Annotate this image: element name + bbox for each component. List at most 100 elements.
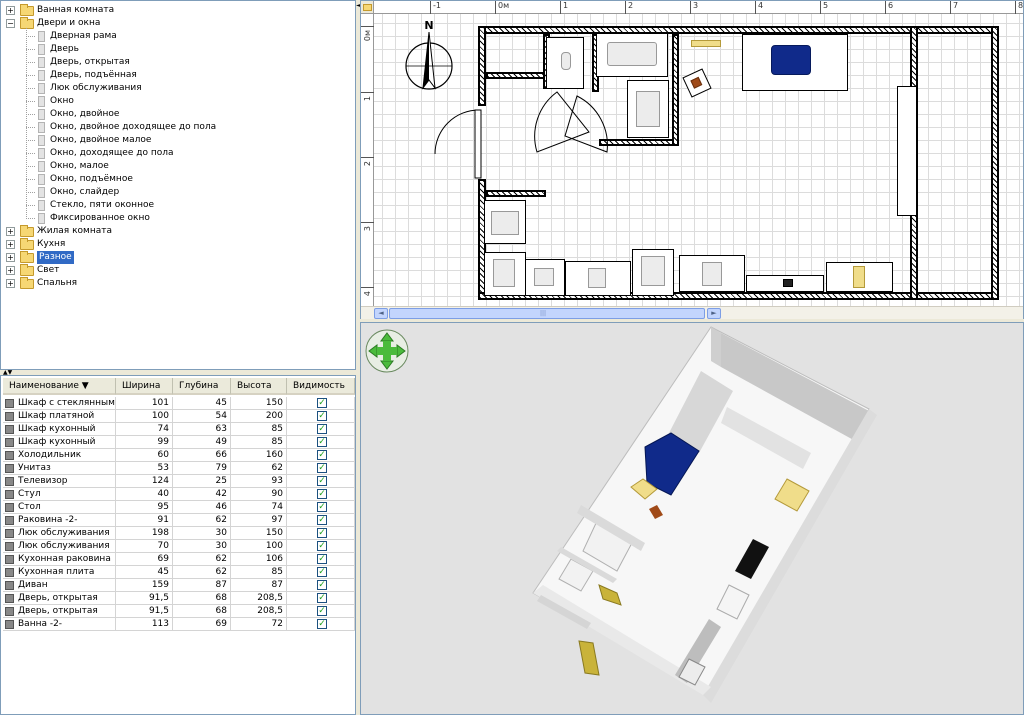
tree-group-label[interactable]: Разное: [37, 251, 74, 264]
plan-canvas[interactable]: N: [374, 14, 1023, 306]
tree-group-label[interactable]: Спальня: [37, 277, 77, 290]
plan-toilet[interactable]: [546, 37, 584, 89]
tree-item[interactable]: Дверная рама: [1, 30, 351, 43]
tree-item-label[interactable]: Стекло, пяти оконное: [50, 199, 154, 212]
visibility-checkbox[interactable]: ✓: [317, 541, 327, 551]
plan-sofa[interactable]: [742, 34, 848, 91]
tree-group-label[interactable]: Кухня: [37, 238, 65, 251]
tree-group-label[interactable]: Свет: [37, 264, 59, 277]
visibility-checkbox[interactable]: ✓: [317, 489, 327, 499]
tree-item[interactable]: Люк обслуживания: [1, 82, 351, 95]
column-header[interactable]: Высота: [231, 378, 287, 395]
table-row[interactable]: Ванна -2- 113 69 72 ✓: [3, 618, 355, 631]
expand-icon[interactable]: +: [6, 279, 15, 288]
tree-group[interactable]: − Двери и окна: [1, 17, 351, 30]
collapse-icon[interactable]: −: [6, 19, 15, 28]
wall-bath-1[interactable]: [486, 72, 546, 79]
table-row[interactable]: Дверь, открытая 91,5 68 208,5 ✓: [3, 592, 355, 605]
tree-group[interactable]: + Ванная комната: [1, 4, 351, 17]
wall-kitchen[interactable]: [486, 190, 546, 197]
furniture-table[interactable]: Наименование ▼ Ширина Глубина Высота Видимос…: [0, 375, 356, 715]
tree-item-label[interactable]: Дверь: [50, 43, 79, 56]
navigation-arrows-icon[interactable]: [365, 329, 409, 373]
visibility-checkbox[interactable]: ✓: [317, 580, 327, 590]
table-row[interactable]: Шкаф с стеклянным... 101 45 150 ✓: [3, 397, 355, 410]
visibility-checkbox[interactable]: ✓: [317, 463, 327, 473]
tree-item[interactable]: Фиксированное окно: [1, 212, 351, 225]
table-row[interactable]: Шкаф кухонный 74 63 85 ✓: [3, 423, 355, 436]
tree-group[interactable]: + Кухня: [1, 238, 351, 251]
plan-kitchen-sink[interactable]: [632, 249, 674, 296]
tree-item-label[interactable]: Фиксированное окно: [50, 212, 150, 225]
table-row[interactable]: Дверь, открытая 91,5 68 208,5 ✓: [3, 605, 355, 618]
table-row[interactable]: Люк обслуживания 70 30 100 ✓: [3, 540, 355, 553]
door-swing-entry[interactable]: [431, 108, 487, 180]
visibility-checkbox[interactable]: ✓: [317, 619, 327, 629]
tree-item-label[interactable]: Окно, двойное: [50, 108, 119, 121]
scroll-thumb[interactable]: |||: [389, 308, 705, 319]
plan-fridge[interactable]: [484, 252, 526, 296]
expand-icon[interactable]: +: [6, 253, 15, 262]
scroll-right-button[interactable]: ►: [707, 308, 721, 319]
tree-group[interactable]: + Свет: [1, 264, 351, 277]
3d-room-render[interactable]: [521, 323, 881, 715]
visibility-checkbox[interactable]: ✓: [317, 593, 327, 603]
visibility-checkbox[interactable]: ✓: [317, 450, 327, 460]
plan-tv[interactable]: [746, 275, 824, 292]
wall-right[interactable]: [991, 26, 999, 300]
tree-item-label[interactable]: Дверь, открытая: [50, 56, 130, 69]
plan-chair[interactable]: [682, 68, 712, 98]
tree-item[interactable]: Дверь, открытая: [1, 56, 351, 69]
plan-wardrobe[interactable]: [679, 255, 745, 292]
table-row[interactable]: Унитаз 53 79 62 ✓: [3, 462, 355, 475]
plan-kitchen-cabinet-1[interactable]: [565, 261, 631, 296]
tree-item[interactable]: Окно, доходящее до пола: [1, 147, 351, 160]
tree-item[interactable]: Дверь: [1, 43, 351, 56]
table-row[interactable]: Раковина -2- 91 62 97 ✓: [3, 514, 355, 527]
tree-item-label[interactable]: Окно, малое: [50, 160, 109, 173]
expand-icon[interactable]: +: [6, 266, 15, 275]
plan-stove[interactable]: [525, 259, 565, 296]
visibility-checkbox[interactable]: ✓: [317, 567, 327, 577]
column-header[interactable]: Наименование ▼: [3, 378, 116, 395]
tree-item[interactable]: Окно, двойное малое: [1, 134, 351, 147]
tree-item[interactable]: Окно, малое: [1, 160, 351, 173]
plan-cabinet-corner[interactable]: [484, 200, 526, 244]
tree-item-label[interactable]: Окно, двойное малое: [50, 134, 151, 147]
visibility-checkbox[interactable]: ✓: [317, 515, 327, 525]
expand-icon[interactable]: +: [6, 240, 15, 249]
tree-group-label[interactable]: Двери и окна: [37, 17, 100, 30]
table-row[interactable]: Кухонная раковина 69 62 106 ✓: [3, 553, 355, 566]
plan-glass-cabinet[interactable]: [826, 262, 893, 292]
door-swing-bath[interactable]: [517, 82, 613, 174]
table-row[interactable]: Кухонная плита 45 62 85 ✓: [3, 566, 355, 579]
wall-bath-4[interactable]: [672, 34, 679, 146]
plan-view[interactable]: -1 0м 1 2 3 4 5 6 7 8 0м 1 2 3 4 N ◄ |||…: [360, 0, 1024, 320]
visibility-checkbox[interactable]: ✓: [317, 424, 327, 434]
tree-item-label[interactable]: Окно, двойное доходящее до пола: [50, 121, 216, 134]
table-row[interactable]: Холодильник 60 66 160 ✓: [3, 449, 355, 462]
column-header[interactable]: Глубина: [173, 378, 231, 395]
tree-item-label[interactable]: Дверная рама: [50, 30, 117, 43]
visibility-checkbox[interactable]: ✓: [317, 606, 327, 616]
3d-view[interactable]: [360, 322, 1024, 715]
visibility-checkbox[interactable]: ✓: [317, 476, 327, 486]
tree-item-label[interactable]: Люк обслуживания: [50, 82, 142, 95]
table-row[interactable]: Шкаф платяной 100 54 200 ✓: [3, 410, 355, 423]
plan-horizontal-scrollbar[interactable]: ◄ ||| ►: [361, 306, 1023, 319]
tree-group[interactable]: + Спальня: [1, 277, 351, 290]
window-right[interactable]: [897, 86, 917, 216]
expand-icon[interactable]: +: [6, 6, 15, 15]
scroll-left-button[interactable]: ◄: [374, 308, 388, 319]
table-row[interactable]: Телевизор 124 25 93 ✓: [3, 475, 355, 488]
tree-item-label[interactable]: Окно, слайдер: [50, 186, 119, 199]
tree-item[interactable]: Дверь, подъённая: [1, 69, 351, 82]
tree-item-label[interactable]: Окно: [50, 95, 74, 108]
tree-item-label[interactable]: Окно, подъёмное: [50, 173, 133, 186]
table-row[interactable]: Диван 159 87 87 ✓: [3, 579, 355, 592]
wall-left[interactable]: [478, 26, 486, 106]
visibility-checkbox[interactable]: ✓: [317, 554, 327, 564]
expand-icon[interactable]: +: [6, 227, 15, 236]
tree-group-label[interactable]: Жилая комната: [37, 225, 112, 238]
visibility-checkbox[interactable]: ✓: [317, 437, 327, 447]
